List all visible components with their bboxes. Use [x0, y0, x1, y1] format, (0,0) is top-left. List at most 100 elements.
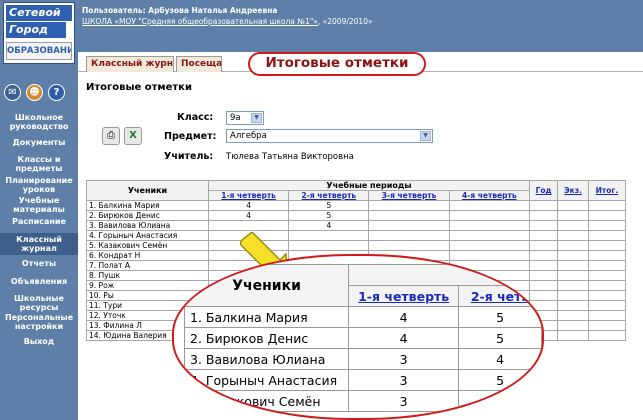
grade-q2[interactable]: 5	[288, 210, 370, 221]
grade-q3[interactable]	[368, 200, 450, 211]
grade-q1[interactable]: 4	[207, 200, 290, 211]
table-row: 3. Вавилова Юлиана 4	[86, 220, 627, 231]
grade-final[interactable]	[587, 330, 627, 341]
zoom-student-name: 4. Горыныч Анастасия	[183, 369, 350, 391]
logo[interactable]: Сетевой Город ОБРАЗОВАНИЕ	[3, 2, 75, 64]
grade-year[interactable]	[528, 230, 559, 241]
grade-final[interactable]	[587, 300, 627, 311]
period-1-header[interactable]: 1-я четверть	[207, 190, 290, 201]
grade-q2[interactable]: 5	[288, 200, 370, 211]
grade-exam[interactable]	[557, 200, 589, 211]
sidebar-item-school-management[interactable]: Школьное руководство	[0, 113, 78, 131]
header: Пользователь: Арбузова Наталья Андреевна…	[78, 0, 643, 52]
grade-exam[interactable]	[557, 270, 589, 281]
grade-exam[interactable]	[557, 260, 589, 271]
school-link[interactable]: ШКОЛА «МОУ "Средняя общеобразовательная …	[82, 17, 318, 26]
teacher-value: Тюлева Татьяна Викторовна	[226, 152, 354, 162]
zoom-grade-q2: 5	[458, 306, 542, 328]
class-select[interactable]: 9а ▼	[226, 111, 264, 125]
sidebar-item-reports[interactable]: Отчеты	[0, 259, 78, 268]
sidebar-item-announcements[interactable]: Объявления	[0, 277, 78, 286]
sidebar-item-school-resources[interactable]: Школьные ресурсы	[0, 294, 78, 312]
sidebar-item-materials[interactable]: Учебные материалы	[0, 196, 78, 214]
zoom-callout: Ученики 1-я четверть 2-я четв 1. Балкина…	[172, 254, 544, 420]
tab-class-journal[interactable]: Классный журнал	[86, 56, 174, 72]
grade-exam[interactable]	[557, 300, 589, 311]
grade-q1[interactable]	[207, 220, 290, 231]
help-icon[interactable]: ?	[48, 84, 65, 101]
grade-exam[interactable]	[557, 320, 589, 331]
sidebar-item-logout[interactable]: Выход	[0, 337, 78, 346]
period-4-header[interactable]: 4-я четверть	[448, 190, 530, 201]
grade-q4[interactable]	[448, 250, 530, 261]
tab-final-grades[interactable]: Итоговые отметки	[248, 52, 426, 76]
tab-attendance[interactable]: Посещаемость	[176, 56, 222, 72]
sidebar-item-lesson-planning[interactable]: Планирование уроков	[0, 176, 78, 194]
grade-final[interactable]	[587, 250, 627, 261]
grade-q1[interactable]: 4	[207, 210, 290, 221]
grade-q4[interactable]	[448, 210, 530, 221]
grade-year[interactable]	[528, 210, 559, 221]
zoom-period-1-header[interactable]: 1-я четверть	[348, 285, 460, 307]
grade-q4[interactable]	[448, 200, 530, 211]
grade-final[interactable]	[587, 230, 627, 241]
grade-q3[interactable]	[368, 220, 450, 231]
class-label: Класс:	[177, 112, 214, 123]
grade-exam[interactable]	[557, 220, 589, 231]
period-2-header[interactable]: 2-я четверть	[288, 190, 370, 201]
excel-icon[interactable]: X	[124, 127, 142, 145]
people-icon[interactable]: ☻	[26, 84, 43, 101]
sidebar-item-schedule[interactable]: Расписание	[0, 217, 78, 226]
school-info: ШКОЛА «МОУ "Средняя общеобразовательная …	[82, 17, 373, 26]
grade-q2[interactable]: 4	[288, 220, 370, 231]
grade-exam[interactable]	[557, 280, 589, 291]
final-header[interactable]: Итог.	[587, 180, 627, 201]
year-header[interactable]: Год	[528, 180, 559, 201]
grade-exam[interactable]	[557, 210, 589, 221]
grade-final[interactable]	[587, 220, 627, 231]
grade-final[interactable]	[587, 310, 627, 321]
chevron-down-icon: ▼	[251, 113, 262, 123]
grade-exam[interactable]	[557, 250, 589, 261]
zoomed-grades-table: Ученики 1-я четверть 2-я четв 1. Балкина…	[183, 264, 542, 412]
grade-q3[interactable]	[368, 240, 450, 251]
sidebar-item-classes[interactable]: Классы и предметы	[0, 155, 78, 173]
grade-final[interactable]	[587, 280, 627, 291]
grade-q2[interactable]	[288, 240, 370, 251]
students-header: Ученики	[86, 180, 209, 201]
grade-final[interactable]	[587, 260, 627, 271]
grade-q4[interactable]	[448, 230, 530, 241]
grade-exam[interactable]	[557, 330, 589, 341]
subject-select[interactable]: Алгебра ▼	[226, 129, 433, 143]
logo-line1: Сетевой	[6, 5, 72, 21]
grade-final[interactable]	[587, 290, 627, 301]
grade-year[interactable]	[528, 220, 559, 231]
exam-header[interactable]: Экз.	[557, 180, 589, 201]
sidebar-item-personal-settings[interactable]: Персональные настройки	[0, 313, 78, 331]
grade-q3[interactable]	[368, 230, 450, 241]
grade-final[interactable]	[587, 240, 627, 251]
grade-year[interactable]	[528, 240, 559, 251]
grade-exam[interactable]	[557, 310, 589, 321]
grade-exam[interactable]	[557, 230, 589, 241]
zoom-periods-header	[348, 264, 542, 286]
grade-q4[interactable]	[448, 240, 530, 251]
period-3-header[interactable]: 3-я четверть	[368, 190, 450, 201]
grade-final[interactable]	[587, 200, 627, 211]
grade-q4[interactable]	[448, 220, 530, 231]
grade-year[interactable]	[528, 250, 559, 261]
sidebar-item-class-journal[interactable]: Классный журнал	[0, 233, 78, 255]
print-icon[interactable]: ⎙	[102, 127, 120, 145]
grade-q2[interactable]	[288, 230, 370, 241]
grade-final[interactable]	[587, 210, 627, 221]
grade-exam[interactable]	[557, 290, 589, 301]
grade-final[interactable]	[587, 320, 627, 331]
grade-exam[interactable]	[557, 240, 589, 251]
grade-final[interactable]	[587, 270, 627, 281]
mail-icon[interactable]: ✉	[4, 84, 21, 101]
sidebar-item-documents[interactable]: Документы	[0, 138, 78, 147]
grade-year[interactable]	[528, 200, 559, 211]
app-window: Сетевой Город ОБРАЗОВАНИЕ ✉ ☻ ? Школьное…	[0, 0, 643, 420]
grade-q3[interactable]	[368, 210, 450, 221]
zoom-period-2-header[interactable]: 2-я четв	[458, 285, 542, 307]
